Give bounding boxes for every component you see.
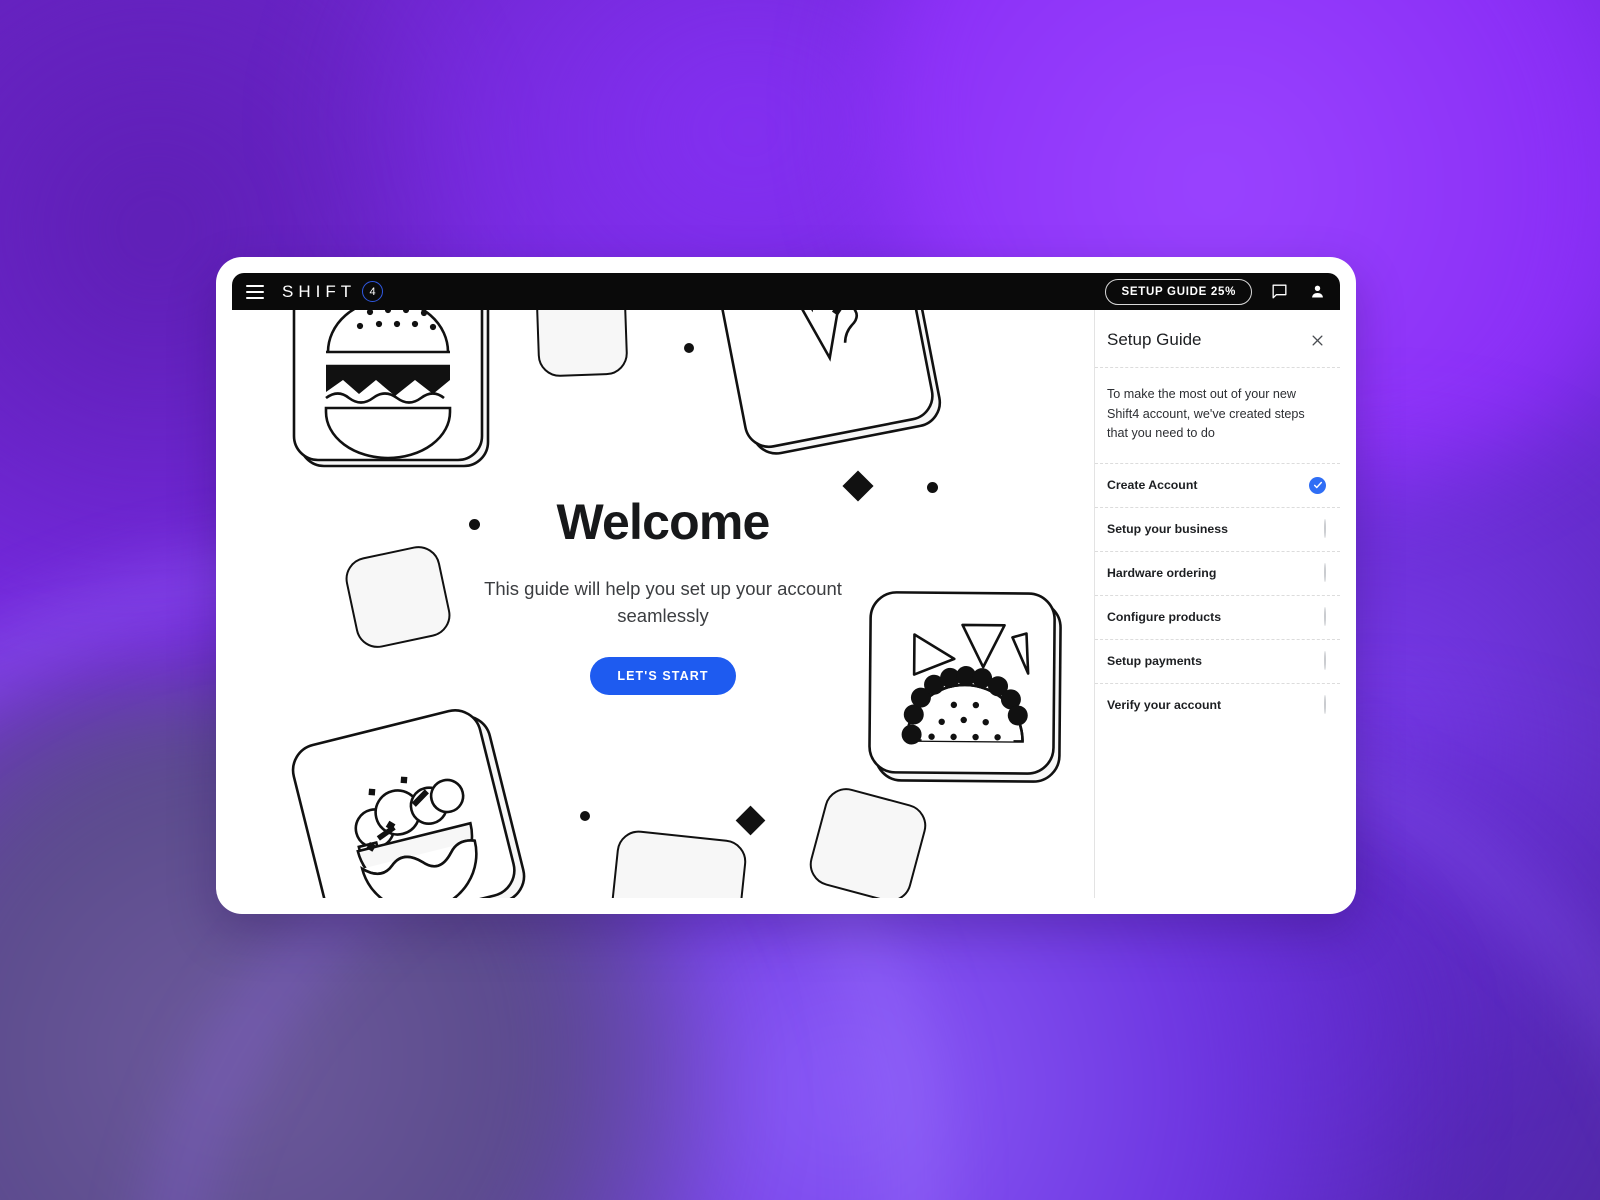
blank-card-shape — [607, 828, 749, 898]
decorative-dot — [684, 343, 694, 353]
brand-logo: SHIFT 4 — [282, 281, 384, 302]
empty-circle-icon — [1324, 563, 1326, 583]
top-navigation-bar: SHIFT 4 SETUP GUIDE 25% — [232, 273, 1340, 310]
salad-bowl-card-illustration — [273, 683, 564, 898]
decorative-diamond — [735, 805, 766, 836]
chat-bubble-icon[interactable] — [1268, 281, 1290, 303]
task-label: Verify your account — [1107, 698, 1222, 713]
empty-circle-icon — [1324, 651, 1326, 671]
app-window: SHIFT 4 SETUP GUIDE 25% Welcome This gui… — [216, 257, 1356, 914]
screen: SHIFT 4 SETUP GUIDE 25% Welcome This gui… — [0, 0, 1600, 1200]
setup-task-verify-your-account[interactable]: Verify your account — [1095, 682, 1340, 727]
burger-card-illustration — [290, 310, 502, 481]
panel-empty-space — [1095, 727, 1340, 898]
blank-card-shape — [341, 542, 455, 652]
hamburger-menu-icon[interactable] — [246, 284, 264, 299]
brand-name: SHIFT — [282, 281, 357, 301]
setup-task-configure-products[interactable]: Configure products — [1095, 594, 1340, 639]
task-status-todo — [1324, 519, 1326, 539]
close-x-icon[interactable] — [1308, 331, 1326, 349]
task-label: Hardware ordering — [1107, 566, 1217, 581]
person-account-icon[interactable] — [1306, 281, 1328, 303]
empty-circle-icon — [1324, 607, 1326, 627]
setup-task-setup-your-business[interactable]: Setup your business — [1095, 506, 1340, 551]
setup-task-create-account[interactable]: Create Account — [1095, 462, 1340, 507]
task-label: Configure products — [1107, 610, 1222, 625]
hero-subtitle: This guide will help you set up your acc… — [484, 577, 842, 626]
task-label: Setup payments — [1107, 654, 1202, 669]
window-body: Welcome This guide will help you set up … — [232, 310, 1340, 898]
setup-task-setup-payments[interactable]: Setup payments — [1095, 638, 1340, 683]
task-status-todo — [1324, 563, 1326, 583]
setup-guide-panel: Setup Guide To make the most out of your… — [1094, 310, 1340, 898]
check-circle-icon — [1309, 476, 1326, 494]
task-status-done — [1309, 476, 1326, 494]
decorative-dot — [580, 811, 590, 821]
taco-card-illustration — [861, 582, 1073, 796]
welcome-hero-canvas: Welcome This guide will help you set up … — [232, 310, 1094, 898]
task-status-todo — [1324, 695, 1326, 715]
lets-start-button[interactable]: LET'S START — [590, 656, 736, 695]
decorative-dot — [927, 482, 938, 493]
task-label: Create Account — [1107, 478, 1198, 493]
brand-badge-four: 4 — [362, 281, 384, 302]
blank-card-shape — [535, 310, 629, 378]
task-label: Setup your business — [1107, 522, 1228, 537]
pizza-slice-card-illustration — [707, 310, 971, 468]
task-status-todo — [1324, 607, 1326, 627]
setup-task-hardware-ordering[interactable]: Hardware ordering — [1095, 550, 1340, 595]
welcome-content: Welcome This guide will help you set up … — [453, 496, 873, 695]
empty-circle-icon — [1324, 695, 1326, 715]
blank-card-shape — [804, 783, 932, 898]
page-title: Welcome — [556, 494, 770, 550]
setup-guide-title: Setup Guide — [1107, 330, 1202, 349]
empty-circle-icon — [1324, 519, 1326, 539]
task-status-todo — [1324, 651, 1326, 671]
setup-guide-description: To make the most out of your new Shift4 … — [1107, 387, 1305, 441]
topbar-right-group: SETUP GUIDE 25% — [1104, 278, 1328, 305]
setup-guide-header: Setup Guide — [1095, 310, 1340, 368]
app-window-inner: SHIFT 4 SETUP GUIDE 25% Welcome This gui… — [232, 273, 1340, 898]
setup-guide-progress-pill[interactable]: SETUP GUIDE 25% — [1104, 278, 1252, 305]
